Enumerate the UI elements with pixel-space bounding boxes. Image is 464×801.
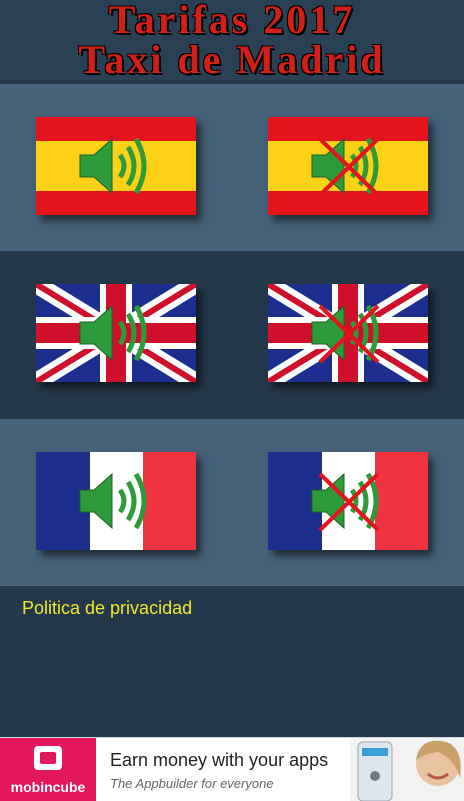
- speaker-muted-icon: [311, 472, 380, 532]
- speaker-muted-icon: [311, 137, 380, 197]
- mobincube-logo: mobincube: [0, 738, 96, 801]
- app-title-line-2: Taxi de Madrid: [78, 37, 386, 82]
- speaker-on-icon: [79, 137, 147, 195]
- app-header: Tarifas 2017 Taxi de Madrid: [0, 0, 464, 80]
- french-audio-off-button[interactable]: [268, 452, 428, 550]
- ad-brand-label: mobincube: [10, 779, 86, 795]
- speaker-muted-icon: [311, 304, 380, 364]
- app-title-line-1: Tarifas 2017: [108, 0, 356, 42]
- spanish-audio-off-button[interactable]: [268, 117, 428, 215]
- french-audio-on-button[interactable]: [36, 452, 196, 550]
- speaker-on-icon: [79, 472, 147, 530]
- privacy-policy-link[interactable]: Politica de privacidad: [22, 598, 192, 619]
- row-french: [0, 419, 464, 586]
- ad-banner[interactable]: mobincube Earn money with your apps The …: [0, 737, 464, 801]
- row-english: [0, 251, 464, 418]
- speaker-on-icon: [79, 304, 147, 362]
- row-spanish: [0, 84, 464, 251]
- spanish-audio-on-button[interactable]: [36, 117, 196, 215]
- ad-phone-person-image: [350, 738, 464, 801]
- ad-subline: The Appbuilder for everyone: [110, 776, 274, 791]
- english-audio-on-button[interactable]: [36, 284, 196, 382]
- mobincube-cube-icon: [34, 746, 62, 770]
- ad-headline: Earn money with your apps: [110, 750, 329, 770]
- english-audio-off-button[interactable]: [268, 284, 428, 382]
